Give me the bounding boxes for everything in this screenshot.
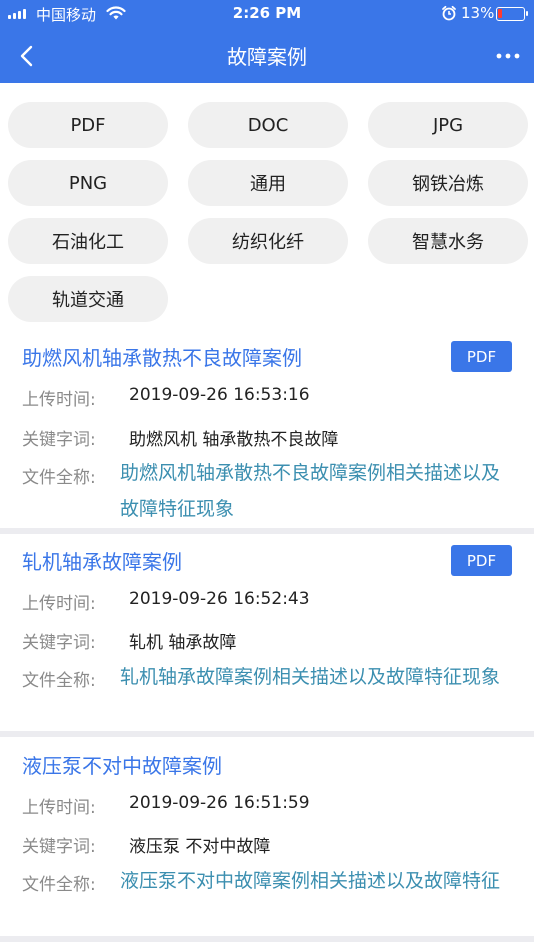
battery-icon bbox=[496, 7, 528, 21]
case-card[interactable]: 轧机轴承故障案例 PDF 上传时间: 2019-09-26 16:52:43 关… bbox=[0, 545, 534, 732]
page-title: 故障案例 bbox=[227, 45, 307, 69]
upload-time-label: 上传时间: bbox=[22, 594, 96, 614]
tag-steel[interactable]: 钢铁冶炼 bbox=[368, 160, 528, 206]
tag-textile[interactable]: 纺织化纤 bbox=[188, 218, 348, 264]
full-name-label: 文件全称: bbox=[22, 671, 96, 691]
tag-rail[interactable]: 轨道交通 bbox=[8, 276, 168, 322]
case-title[interactable]: 助燃风机轴承散热不良故障案例 bbox=[22, 342, 302, 371]
upload-time-value: 2019-09-26 16:52:43 bbox=[129, 589, 310, 609]
divider bbox=[0, 936, 534, 942]
status-bar: 中国移动 2:26 PM 13% bbox=[0, 0, 534, 28]
keywords-label: 关键字词: bbox=[22, 430, 96, 450]
full-name-label: 文件全称: bbox=[22, 875, 96, 895]
case-card[interactable]: 液压泵不对中故障案例 上传时间: 2019-09-26 16:51:59 关键字… bbox=[0, 750, 534, 936]
keywords-label: 关键字词: bbox=[22, 837, 96, 857]
tag-png[interactable]: PNG bbox=[8, 160, 168, 206]
divider bbox=[0, 731, 534, 737]
battery-percent: 13% bbox=[461, 4, 495, 22]
divider bbox=[0, 528, 534, 534]
more-icon[interactable] bbox=[494, 42, 522, 70]
nav-bar: 故障案例 bbox=[0, 28, 534, 83]
upload-time-label: 上传时间: bbox=[22, 390, 96, 410]
case-title[interactable]: 轧机轴承故障案例 bbox=[22, 546, 182, 575]
case-card[interactable]: 助燃风机轴承散热不良故障案例 PDF 上传时间: 2019-09-26 16:5… bbox=[0, 341, 534, 528]
alarm-icon bbox=[441, 5, 457, 25]
full-name-value[interactable]: 液压泵不对中故障案例相关描述以及故障特征 bbox=[120, 863, 510, 899]
file-type-badge: PDF bbox=[451, 341, 512, 372]
tag-water[interactable]: 智慧水务 bbox=[368, 218, 528, 264]
full-name-label: 文件全称: bbox=[22, 468, 96, 488]
upload-time-label: 上传时间: bbox=[22, 798, 96, 818]
keywords-value: 液压泵 不对中故障 bbox=[129, 837, 271, 857]
keywords-value: 轧机 轴承故障 bbox=[129, 633, 237, 653]
file-type-badge: PDF bbox=[451, 545, 512, 576]
tag-petrochemical[interactable]: 石油化工 bbox=[8, 218, 168, 264]
keywords-label: 关键字词: bbox=[22, 633, 96, 653]
full-name-value[interactable]: 轧机轴承故障案例相关描述以及故障特征现象 bbox=[120, 659, 510, 695]
keywords-value: 助燃风机 轴承散热不良故障 bbox=[129, 430, 339, 450]
tag-doc[interactable]: DOC bbox=[188, 102, 348, 148]
case-title[interactable]: 液压泵不对中故障案例 bbox=[22, 750, 222, 779]
upload-time-value: 2019-09-26 16:53:16 bbox=[129, 385, 310, 405]
tag-jpg[interactable]: JPG bbox=[368, 102, 528, 148]
tag-pdf[interactable]: PDF bbox=[8, 102, 168, 148]
tag-general[interactable]: 通用 bbox=[188, 160, 348, 206]
upload-time-value: 2019-09-26 16:51:59 bbox=[129, 793, 310, 813]
full-name-value[interactable]: 助燃风机轴承散热不良故障案例相关描述以及故障特征现象 bbox=[120, 455, 510, 527]
